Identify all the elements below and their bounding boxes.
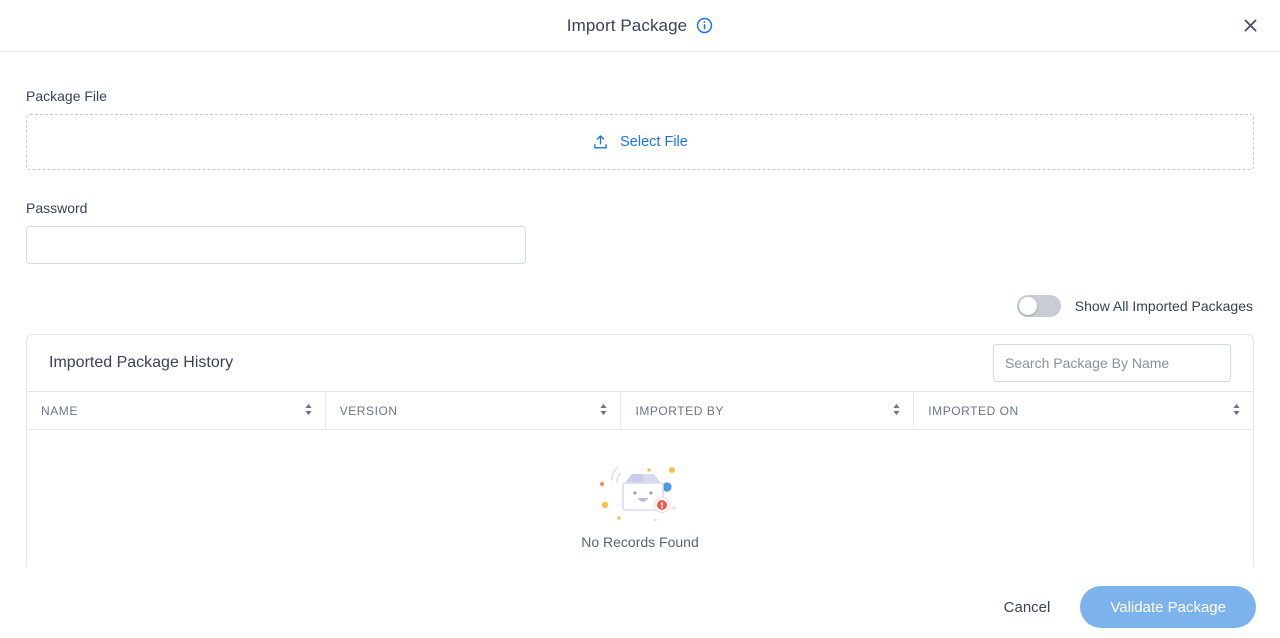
dialog-body: Package File Select File Password Show A… (0, 52, 1280, 567)
password-label: Password (26, 200, 88, 216)
select-file-label: Select File (620, 134, 688, 150)
page-title: Import Package (566, 15, 688, 35)
info-circle-icon[interactable] (696, 17, 713, 34)
column-label: NAME (41, 403, 78, 418)
dialog-title-group: Import Package (567, 16, 713, 36)
show-all-imported-packages-toggle[interactable] (1016, 295, 1061, 317)
show-all-packages-row: Show All Imported Packages (26, 264, 1254, 334)
column-label: VERSION (339, 403, 398, 418)
imported-package-history-panel: Imported Package History NAME VERSION (26, 334, 1254, 567)
dialog-footer: Cancel Validate Package (0, 576, 1280, 638)
empty-state-text: No Records Found (581, 534, 699, 550)
close-icon (1243, 18, 1258, 33)
import-package-dialog: Import Package Package File Select File … (0, 0, 1280, 638)
column-header-name[interactable]: NAME (27, 392, 326, 429)
column-header-version[interactable]: VERSION (326, 392, 622, 429)
sort-updown-icon (1232, 403, 1241, 419)
search-input[interactable] (993, 344, 1231, 382)
upload-icon (592, 134, 609, 151)
close-button[interactable] (1236, 12, 1264, 40)
column-label: IMPORTED BY (635, 403, 724, 418)
package-file-label: Package File (26, 88, 107, 104)
password-field[interactable] (26, 226, 526, 264)
panel-header: Imported Package History (27, 335, 1253, 391)
sort-updown-icon (304, 403, 313, 419)
package-file-dropzone[interactable]: Select File (26, 114, 1254, 170)
column-header-imported-on[interactable]: IMPORTED ON (914, 392, 1253, 429)
toggle-knob (1018, 297, 1037, 315)
dialog-header: Import Package (0, 0, 1280, 52)
show-all-imported-packages-label: Show All Imported Packages (1074, 298, 1253, 314)
validate-package-button[interactable]: Validate Package (1080, 586, 1256, 628)
empty-box-icon (592, 448, 688, 528)
empty-state: No Records Found (27, 430, 1253, 550)
cancel-button[interactable]: Cancel (1000, 593, 1055, 622)
select-file-button[interactable]: Select File (592, 134, 688, 151)
column-label: IMPORTED ON (928, 403, 1019, 418)
table-header-row: NAME VERSION IMPORTED BY IMPORTED ON (27, 391, 1253, 430)
sort-updown-icon (599, 403, 608, 419)
column-header-imported-by[interactable]: IMPORTED BY (621, 392, 915, 429)
sort-updown-icon (892, 403, 901, 419)
panel-title: Imported Package History (49, 354, 234, 371)
